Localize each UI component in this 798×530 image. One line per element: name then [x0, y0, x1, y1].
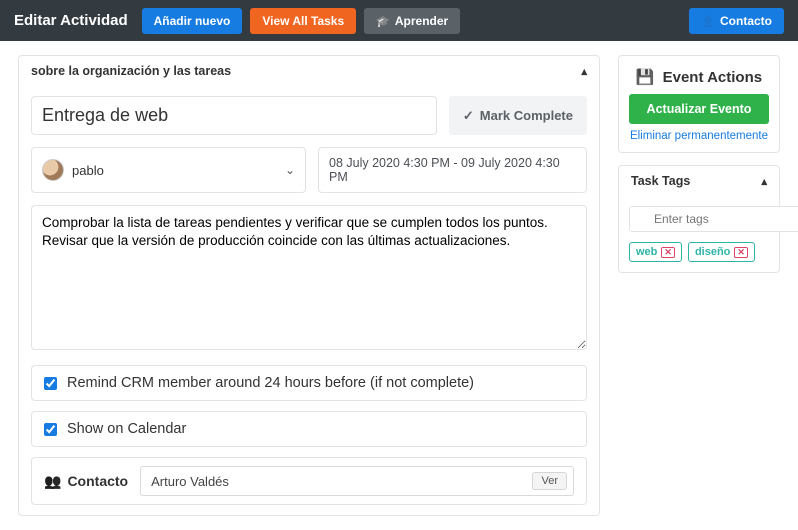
remind-checkbox-row[interactable]: Remind CRM member around 24 hours before… — [31, 365, 587, 401]
remind-label: Remind CRM member around 24 hours before… — [67, 375, 474, 391]
collapse-icon[interactable] — [761, 174, 767, 188]
save-icon — [636, 68, 655, 86]
show-calendar-label: Show on Calendar — [67, 421, 186, 437]
view-contact-button[interactable]: Ver — [532, 472, 567, 490]
tags-list: web ✕ diseño ✕ — [629, 242, 769, 262]
add-new-button[interactable]: Añadir nuevo — [142, 8, 243, 34]
contact-name: Arturo Valdés — [151, 474, 532, 489]
tag-chip[interactable]: diseño ✕ — [688, 242, 755, 262]
task-tags-header[interactable]: Task Tags — [619, 166, 779, 196]
tag-chip[interactable]: web ✕ — [629, 242, 682, 262]
event-actions-title: Event Actions — [663, 69, 762, 86]
top-bar: Editar Actividad Añadir nuevo View All T… — [0, 0, 798, 41]
remove-tag-icon[interactable]: ✕ — [661, 247, 675, 258]
delete-permanently-link[interactable]: Eliminar permanentemente — [629, 130, 769, 142]
section-title: sobre la organización y las tareas — [31, 64, 231, 78]
event-actions-panel: Event Actions Actualizar Evento Eliminar… — [618, 55, 780, 153]
task-title-input[interactable] — [42, 105, 426, 126]
assignee-name: pablo — [72, 163, 104, 178]
avatar — [42, 159, 64, 181]
mark-complete-button[interactable]: Mark Complete — [449, 96, 587, 135]
show-calendar-checkbox-row[interactable]: Show on Calendar — [31, 411, 587, 447]
user-icon — [701, 14, 715, 28]
task-title-card — [31, 96, 437, 135]
contact-row: Contacto Arturo Valdés Ver — [31, 457, 587, 505]
assignee-select[interactable]: pablo ⌄ — [31, 147, 306, 193]
activity-panel-header[interactable]: sobre la organización y las tareas — [19, 56, 599, 86]
graduation-icon — [376, 14, 390, 28]
view-all-tasks-button[interactable]: View All Tasks — [250, 8, 356, 34]
show-calendar-checkbox[interactable] — [44, 423, 57, 436]
remind-checkbox[interactable] — [44, 377, 57, 390]
page-title: Editar Actividad — [14, 12, 128, 29]
contact-button[interactable]: Contacto — [689, 8, 784, 34]
tags-input[interactable] — [629, 206, 798, 232]
check-icon — [463, 108, 474, 124]
chevron-down-icon: ⌄ — [285, 163, 295, 177]
people-icon — [44, 473, 61, 490]
contact-label: Contacto — [44, 473, 128, 490]
activity-panel: sobre la organización y las tareas Mark … — [18, 55, 600, 516]
learn-button[interactable]: Aprender — [364, 8, 460, 34]
task-tags-panel: Task Tags Add web ✕diseño ✕ — [618, 165, 780, 273]
contact-field[interactable]: Arturo Valdés Ver — [140, 466, 574, 496]
description-textarea[interactable] — [31, 205, 587, 350]
collapse-icon[interactable] — [581, 64, 587, 78]
date-range-field[interactable]: 08 July 2020 4:30 PM - 09 July 2020 4:30… — [318, 147, 587, 193]
remove-tag-icon[interactable]: ✕ — [734, 247, 748, 258]
update-event-button[interactable]: Actualizar Evento — [629, 94, 769, 124]
